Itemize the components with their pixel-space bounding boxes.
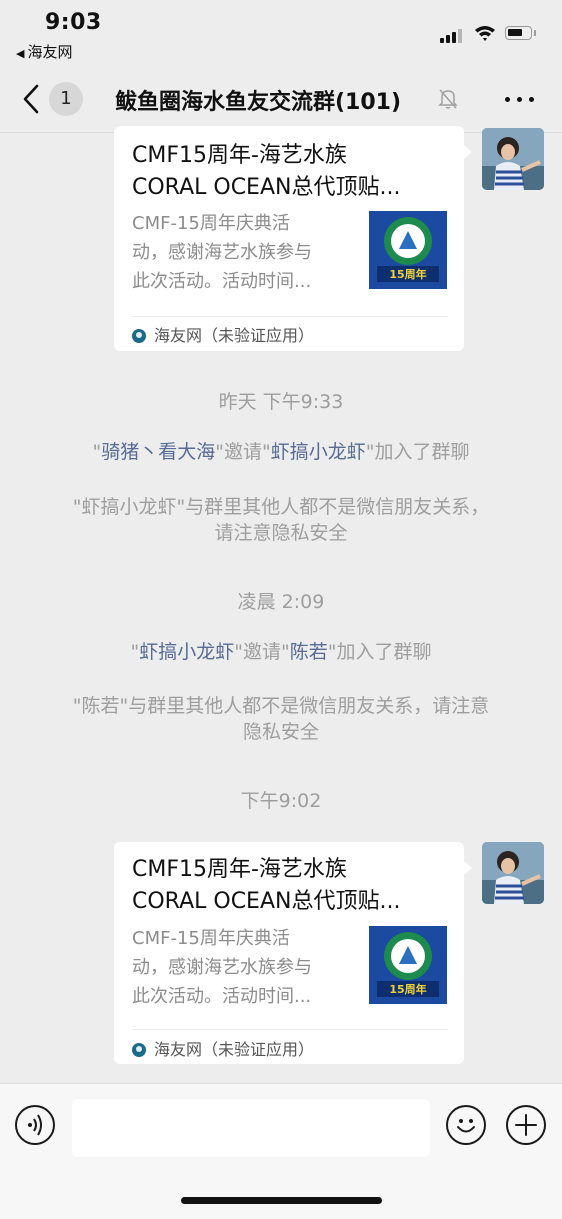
timestamp: 下午9:02 [240, 790, 322, 812]
back-app-label: 海友网 [27, 43, 73, 61]
battery-icon [505, 26, 532, 40]
invitee-name-link[interactable]: 虾搞小龙虾 [271, 441, 366, 463]
inviter-name-link[interactable]: 虾搞小龙虾 [139, 641, 234, 663]
cellular-signal-icon [440, 27, 466, 43]
privacy-notice: "陈若"与群里其他人都不是微信朋友关系，请注意 隐私安全 [72, 695, 490, 743]
card-source-label: 海友网（未验证应用） [154, 1040, 315, 1059]
card-description: CMF-15周年庆典活 动，感谢海艺水族参与 此次活动。活动时间... [132, 928, 312, 1007]
invitee-name-link[interactable]: 陈若 [290, 641, 328, 663]
wifi-icon [475, 26, 495, 41]
back-triangle-icon: ◀ [16, 47, 25, 60]
app-source-icon [132, 329, 146, 343]
link-card-message[interactable]: CMF15周年-海艺水族 CORAL OCEAN总代顶贴... CMF-15周年… [114, 126, 472, 351]
back-chevron-icon[interactable] [20, 83, 44, 115]
inviter-name-link[interactable]: 骑猪丶看大海 [101, 441, 215, 463]
status-time: 9:03 [45, 10, 102, 35]
card-title: CMF15周年-海艺水族 CORAL OCEAN总代顶贴... [132, 857, 401, 914]
more-actions-button[interactable] [506, 1105, 546, 1145]
back-to-app-link[interactable]: ◀ 海友网 [16, 41, 72, 62]
emoji-icon [457, 1119, 475, 1133]
card-source: 海友网（未验证应用） [132, 1036, 314, 1060]
card-thumbnail: 15周年 [369, 211, 447, 289]
chat-nav-bar: 1 鲅鱼圈海水鱼友交流群(101) [0, 66, 562, 133]
card-thumbnail: 15周年 [369, 926, 447, 1004]
sender-avatar[interactable] [482, 128, 544, 190]
card-thumbnail-graphic: 15周年 [369, 926, 447, 1004]
sender-avatar[interactable] [482, 842, 544, 904]
chat-title: 鲅鱼圈海水鱼友交流群(101) [115, 90, 402, 115]
status-bar: 9:03 ◀ 海友网 [0, 0, 562, 66]
card-divider [132, 316, 448, 317]
timestamp: 凌晨 2:09 [237, 591, 325, 613]
card-thumbnail-text: 15周年 [389, 267, 426, 281]
privacy-notice: "虾搞小龙虾"与群里其他人都不是微信朋友关系， 请注意隐私安全 [72, 496, 490, 544]
card-source-label: 海友网（未验证应用） [154, 326, 315, 345]
card-description: CMF-15周年庆典活 动，感谢海艺水族参与 此次活动。活动时间... [132, 213, 312, 292]
unread-count-badge[interactable]: 1 [49, 82, 83, 116]
card-thumbnail-text: 15周年 [389, 982, 426, 996]
card-thumbnail-graphic: 15周年 [369, 211, 447, 289]
plus-icon [515, 1114, 537, 1136]
voice-icon [28, 1114, 42, 1136]
timestamp: 昨天 下午9:33 [218, 391, 344, 413]
home-indicator[interactable] [181, 1197, 382, 1204]
emoji-button[interactable] [446, 1105, 486, 1145]
avatar-image [482, 842, 544, 904]
card-divider [132, 1029, 448, 1030]
muted-bell-icon [438, 89, 458, 109]
system-invite-message: "虾搞小龙虾"邀请"陈若"加入了群聊 [130, 641, 432, 663]
avatar-image [482, 128, 544, 190]
card-source: 海友网（未验证应用） [132, 322, 314, 346]
app-source-icon [132, 1043, 146, 1057]
card-title: CMF15周年-海艺水族 CORAL OCEAN总代顶贴... [132, 143, 401, 200]
link-card-message[interactable]: CMF15周年-海艺水族 CORAL OCEAN总代顶贴... CMF-15周年… [114, 842, 472, 1064]
system-invite-message: "骑猪丶看大海"邀请"虾搞小龙虾"加入了群聊 [92, 441, 470, 463]
voice-input-button[interactable] [15, 1105, 55, 1145]
battery-tip [534, 30, 536, 36]
message-input[interactable] [72, 1099, 430, 1157]
more-options-icon[interactable] [505, 97, 535, 103]
